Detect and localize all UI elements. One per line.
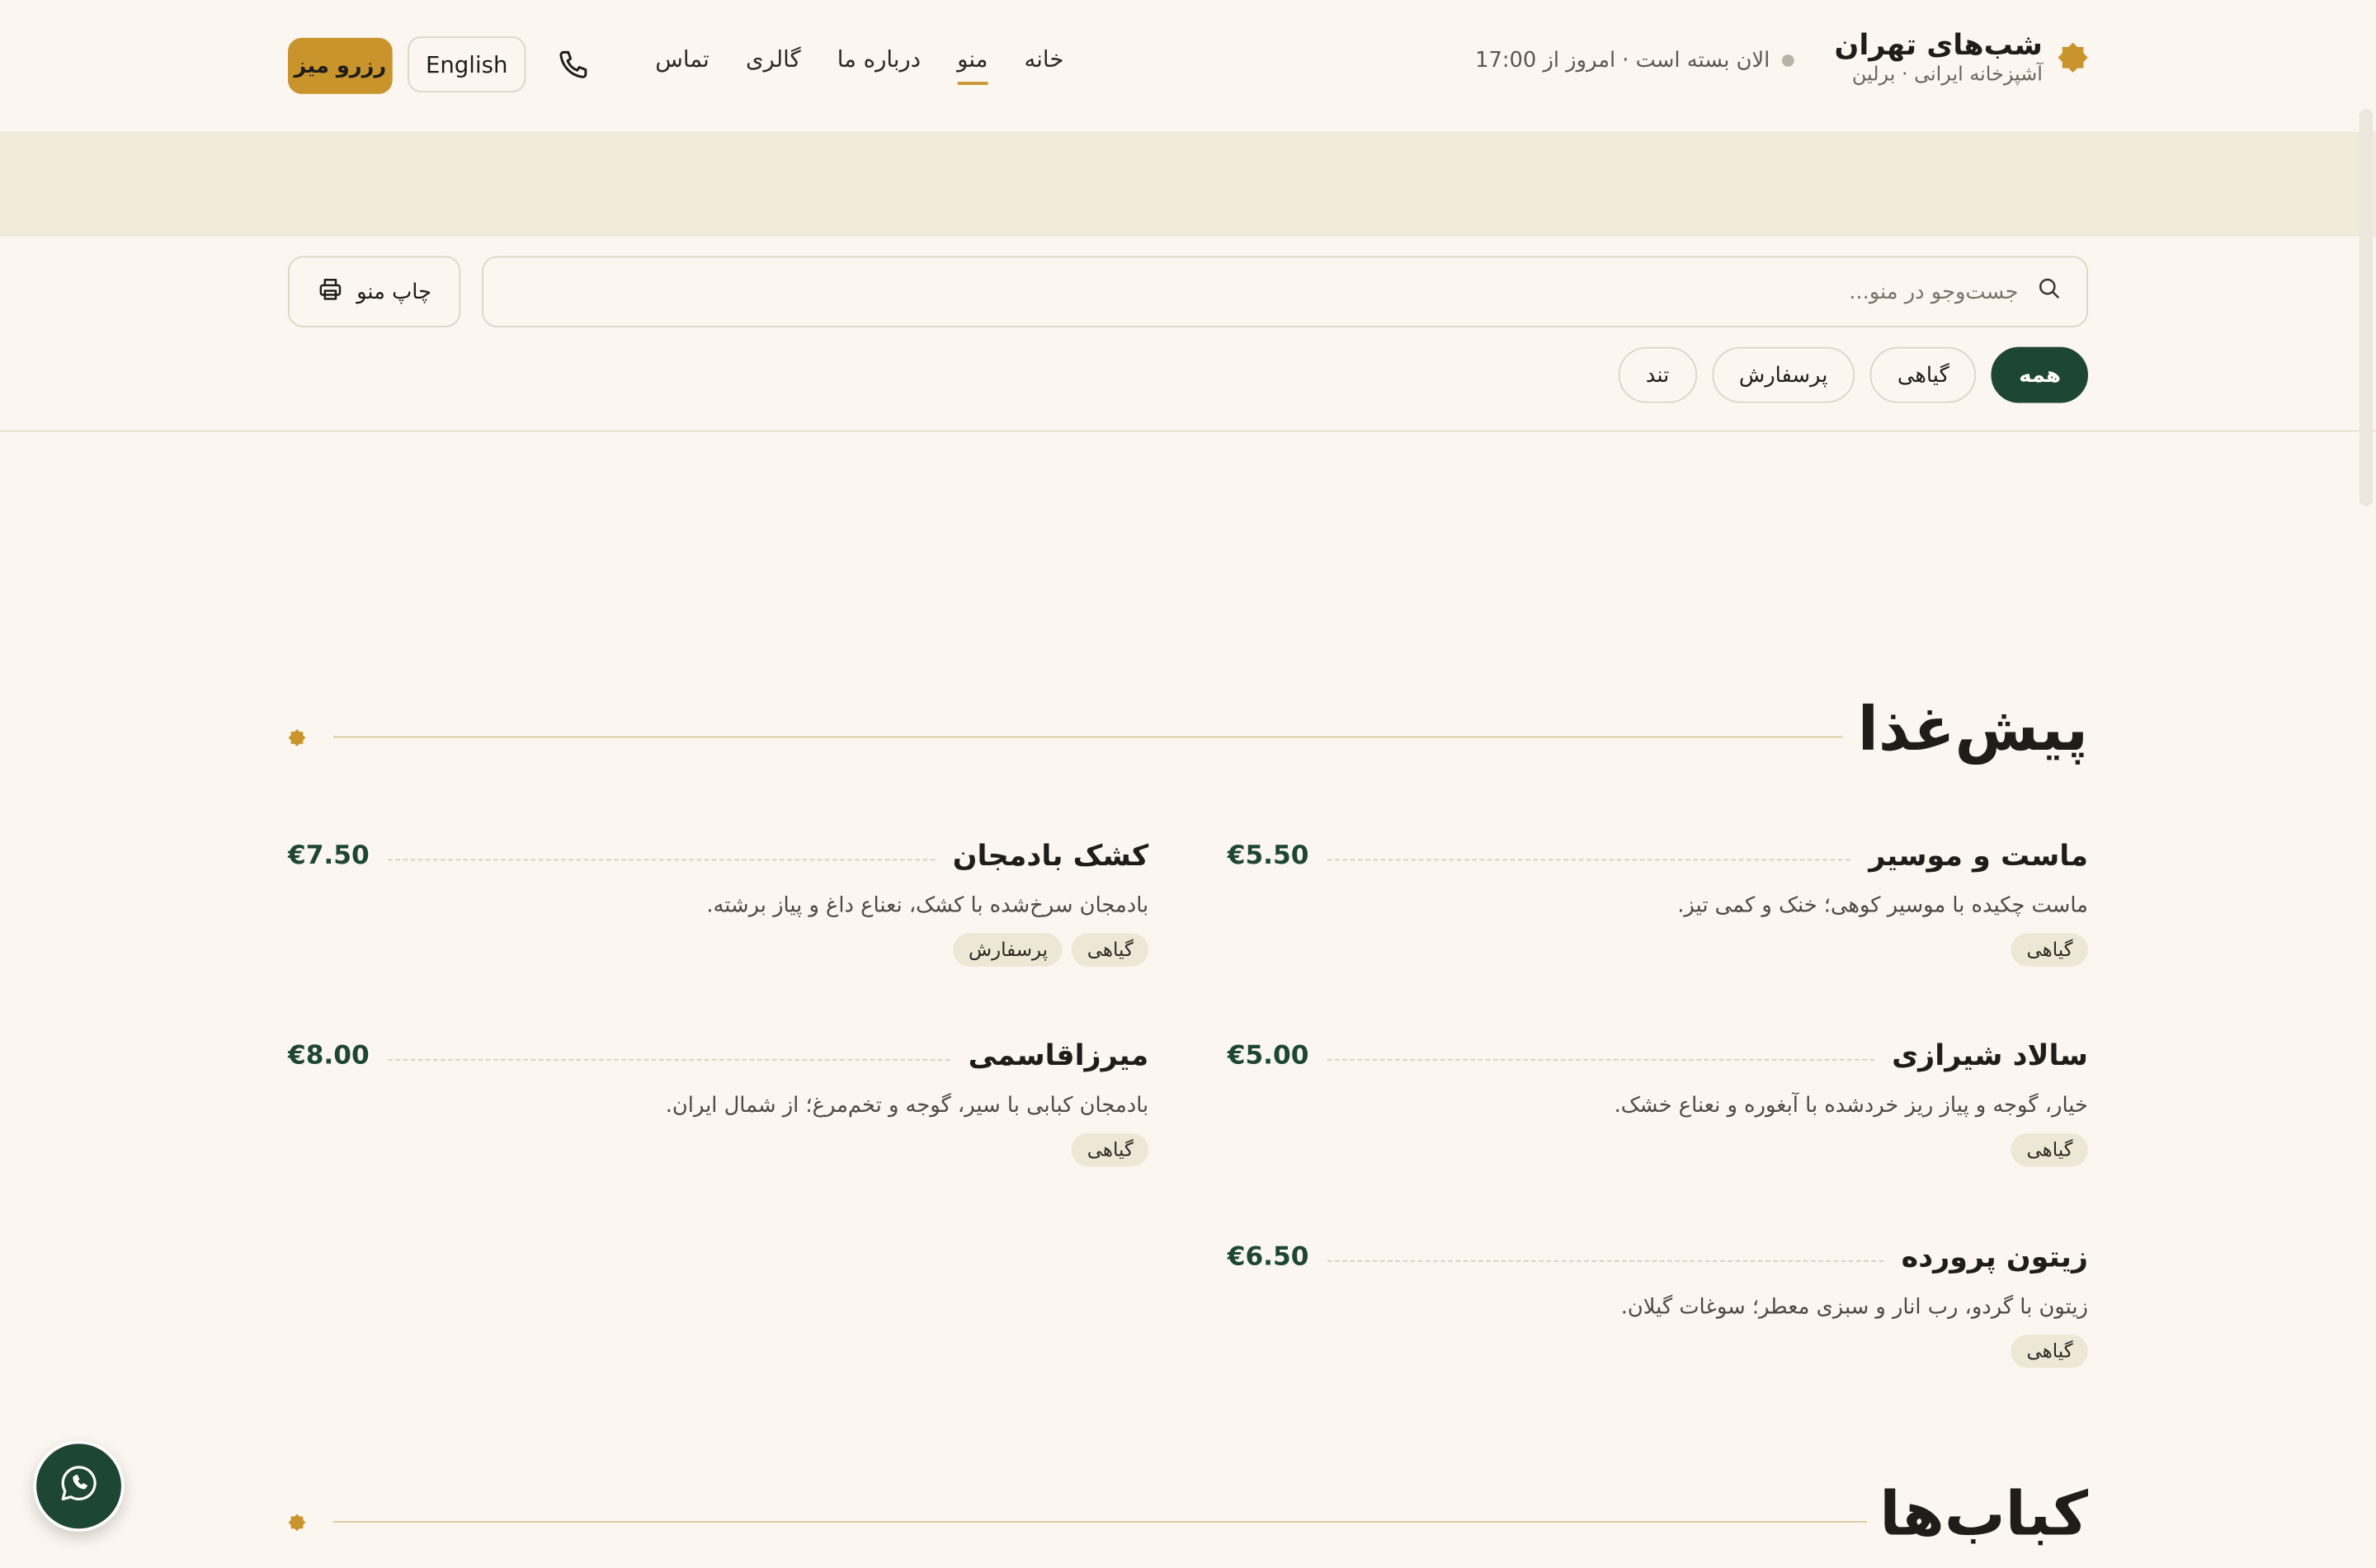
- menu-item-price: €7.50: [287, 841, 370, 872]
- menu-item-name: کشک بادمجان: [952, 839, 1149, 873]
- sun-logo-icon: [2058, 42, 2088, 73]
- menu-item-description: زیتون با گردو، رب انار و سبزی معطر؛ سوغا…: [1620, 1295, 2088, 1320]
- print-menu-button[interactable]: چاپ منو: [287, 256, 461, 327]
- scrollbar-thumb[interactable]: [2359, 109, 2374, 506]
- nav-item-home[interactable]: خانه: [1024, 45, 1063, 85]
- menu-item-tags: گیاهی: [1228, 1335, 2088, 1368]
- tag: گیاهی: [2011, 933, 2088, 967]
- menu-item-price: €5.00: [1227, 1040, 1309, 1071]
- filter-chips: همه گیاهی پرسفارش تند: [1618, 346, 2088, 403]
- tag: گیاهی: [1072, 933, 1149, 967]
- menu-item[interactable]: کشک بادمجان €7.50 بادمجان سرخ‌شده با کشک…: [287, 836, 1149, 967]
- menu-item[interactable]: زیتون پرورده €6.50 زیتون با گردو، رب انا…: [1228, 1238, 2088, 1368]
- nav-item-contact[interactable]: تماس: [655, 45, 710, 85]
- filter-chip-vegetarian[interactable]: گیاهی: [1869, 346, 1977, 403]
- whatsapp-button[interactable]: [33, 1440, 125, 1532]
- leader-dots: [387, 858, 935, 860]
- section-header-appetizers: پیش‌غذا: [288, 692, 2088, 783]
- filter-chip-popular[interactable]: پرسفارش: [1711, 346, 1855, 403]
- print-menu-label: چاپ منو: [356, 279, 432, 304]
- menu-item-description: بادمجان کبابی با سیر، گوجه و تخم‌مرغ؛ از…: [665, 1094, 1149, 1118]
- opening-status: الان بسته است · امروز از 17:00: [1475, 49, 1794, 73]
- menu-item-description: خیار، گوجه و پیاز ریز خردشده با آبغوره و…: [1614, 1094, 2088, 1118]
- tag: گیاهی: [1072, 1132, 1149, 1167]
- brand-name: شب‌های تهران: [1834, 28, 2043, 63]
- nav-item-gallery[interactable]: گالری: [746, 45, 801, 85]
- site-header: شب‌های تهران آشپزخانه ایرانی · برلین الا…: [0, 0, 2376, 134]
- tag: گیاهی: [2011, 1335, 2088, 1368]
- status-dot-icon: [1781, 54, 1794, 67]
- phone-icon[interactable]: [556, 47, 592, 83]
- menu-toolbar: چاپ منو همه گیاهی پرسفارش تند: [0, 237, 2376, 432]
- filter-chip-spicy[interactable]: تند: [1618, 346, 1697, 403]
- search-icon: [2037, 275, 2062, 308]
- printer-icon: [317, 275, 344, 308]
- search-box[interactable]: [482, 256, 2088, 327]
- leader-dots: [1327, 1057, 1874, 1060]
- section-title: کباب‌ها: [1879, 1480, 2088, 1550]
- section-divider: [333, 736, 1843, 738]
- star-ornament-icon: [288, 728, 306, 746]
- search-input[interactable]: [483, 278, 2022, 306]
- star-ornament-icon: [288, 1514, 306, 1532]
- leader-dots: [387, 1057, 950, 1060]
- section-title: پیش‌غذا: [1857, 695, 2088, 765]
- filter-chip-all[interactable]: همه: [1992, 346, 2088, 403]
- menu-item[interactable]: ماست و موسیر €5.50 ماست چکیده با موسیر ک…: [1228, 836, 2088, 967]
- menu-item-description: ماست چکیده با موسیر کوهی؛ خنک و کمی تیز.: [1677, 893, 2088, 919]
- menu-item-name: ماست و موسیر: [1869, 839, 2088, 873]
- section-header-kebabs: کباب‌ها: [288, 1477, 2088, 1568]
- brand-text: شب‌های تهران آشپزخانه ایرانی · برلین: [1835, 27, 2043, 87]
- language-switch-button[interactable]: English: [408, 36, 526, 93]
- status-text: الان بسته است · امروز از 17:00: [1475, 48, 1770, 73]
- tag: گیاهی: [2011, 1132, 2088, 1167]
- leader-dots: [1327, 1260, 1883, 1262]
- page: شب‌های تهران آشپزخانه ایرانی · برلین الا…: [0, 0, 2376, 1566]
- reserve-table-button[interactable]: رزرو میز: [287, 37, 393, 94]
- nav-item-about[interactable]: درباره ما: [837, 45, 921, 85]
- nav-item-menu[interactable]: منو: [957, 45, 988, 85]
- menu-item[interactable]: سالاد شیرازی €5.00 خیار، گوجه و پیاز ریز…: [1227, 1036, 2088, 1167]
- section-divider: [333, 1521, 1867, 1523]
- menu-item-price: €6.50: [1227, 1242, 1309, 1273]
- menu-item-tags: گیاهی پرسفارش: [288, 933, 1149, 967]
- page-banner: [0, 133, 2376, 237]
- menu-item-price: €5.50: [1227, 841, 1309, 872]
- tag: پرسفارش: [953, 933, 1063, 967]
- menu-item-price: €8.00: [287, 1040, 370, 1071]
- menu-item-name: میرزاقاسمی: [968, 1038, 1149, 1073]
- whatsapp-icon: [58, 1462, 100, 1510]
- menu-item-name: سالاد شیرازی: [1892, 1038, 2088, 1073]
- menu-item-tags: گیاهی: [288, 1132, 1149, 1167]
- brand[interactable]: شب‌های تهران آشپزخانه ایرانی · برلین: [1835, 27, 2088, 87]
- menu-item[interactable]: میرزاقاسمی €8.00 بادمجان کبابی با سیر، گ…: [287, 1036, 1149, 1167]
- brand-subtitle: آشپزخانه ایرانی · برلین: [1851, 64, 2043, 87]
- leader-dots: [1327, 858, 1851, 860]
- menu-item-description: بادمجان سرخ‌شده با کشک، نعناع داغ و پیاز…: [706, 893, 1149, 919]
- main-nav: خانه منو درباره ما گالری تماس: [655, 45, 1063, 85]
- menu-item-tags: گیاهی: [1228, 1132, 2088, 1167]
- menu-item-tags: گیاهی: [1228, 933, 2088, 967]
- menu-item-name: زیتون پرورده: [1901, 1241, 2088, 1274]
